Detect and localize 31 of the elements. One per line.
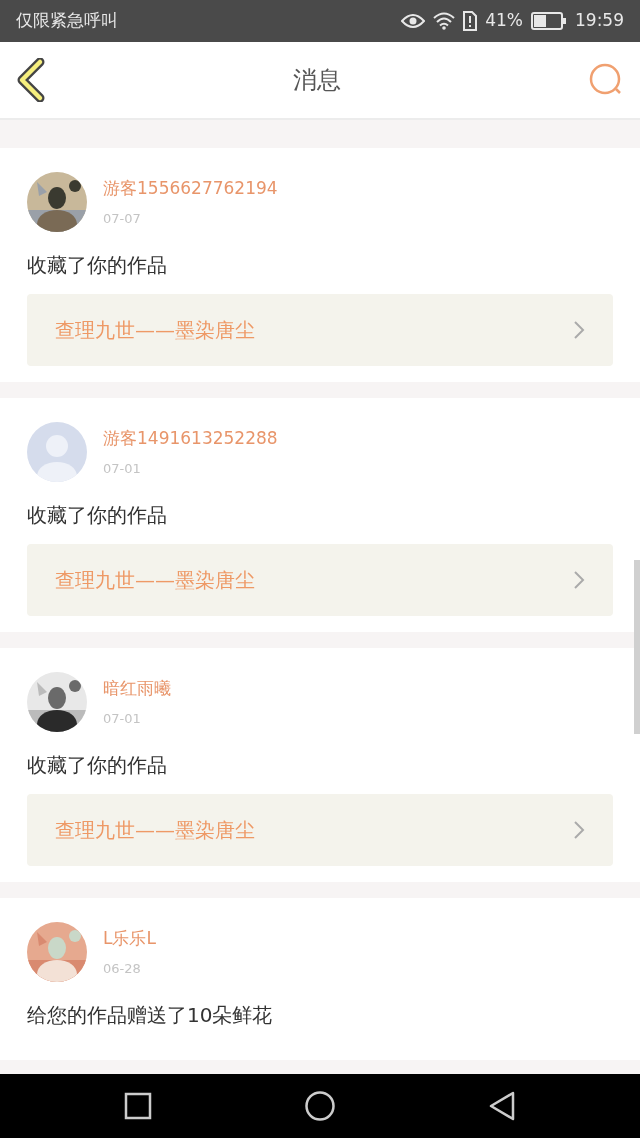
home-icon[interactable]	[304, 1090, 336, 1122]
message-date: 07-07	[103, 210, 142, 228]
page-title: 消息	[293, 65, 341, 96]
message-date: 07-01	[103, 710, 142, 728]
recent-apps-icon[interactable]	[124, 1092, 152, 1120]
eye-icon	[401, 13, 426, 29]
chevron-icon	[573, 320, 585, 340]
work-link[interactable]: 查理九世——墨染唐尘	[27, 544, 613, 616]
message-text: 收藏了你的作品	[27, 252, 168, 278]
battery-percent: 41%	[485, 9, 523, 33]
clock: 19:59	[575, 9, 624, 33]
wifi-icon	[433, 12, 456, 30]
user-name[interactable]: L乐乐L	[103, 925, 156, 951]
default-avatar-icon	[27, 422, 87, 482]
message-text: 收藏了你的作品	[27, 502, 168, 528]
work-link[interactable]: 查理九世——墨染唐尘	[27, 294, 613, 366]
user-name[interactable]: 游客1556627762194	[103, 175, 278, 201]
chevron-icon	[573, 570, 585, 590]
battery-icon	[531, 12, 567, 30]
message-text: 给您的作品赠送了10朵鲜花	[27, 1002, 274, 1028]
user-name[interactable]: 暗红雨曦	[103, 675, 171, 701]
back-nav-icon[interactable]	[488, 1091, 516, 1121]
back-icon[interactable]	[16, 58, 46, 102]
chevron-icon	[573, 820, 585, 840]
user-name[interactable]: 游客1491613252288	[103, 425, 278, 451]
message-date: 06-28	[103, 960, 142, 978]
work-link[interactable]: 查理九世——墨染唐尘	[27, 794, 613, 866]
message-date: 07-01	[103, 460, 142, 478]
message-text: 收藏了你的作品	[27, 752, 168, 778]
status-text: 仅限紧急呼叫	[16, 9, 118, 33]
sim-alert-icon	[463, 11, 478, 31]
